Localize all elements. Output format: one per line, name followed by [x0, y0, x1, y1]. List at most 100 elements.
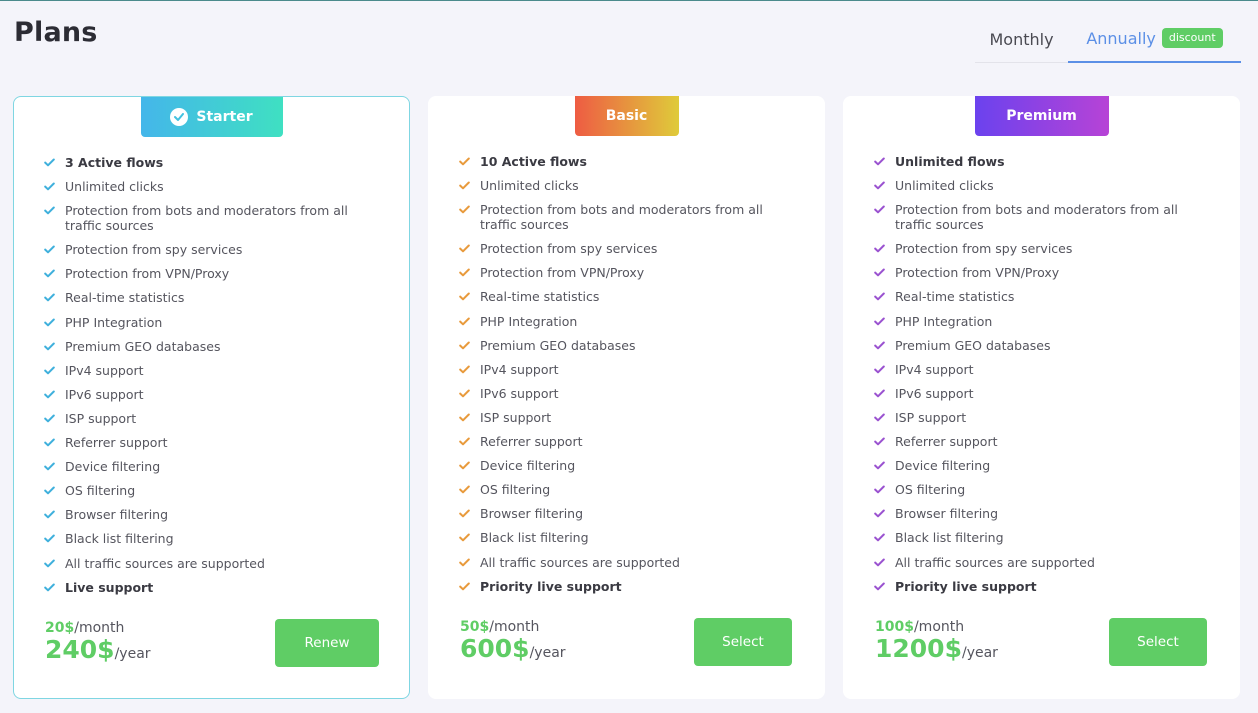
tab-monthly[interactable]: Monthly [975, 15, 1068, 63]
feature-text: ISP support [895, 409, 967, 425]
plan-name-tag: Basic [574, 96, 679, 136]
checkmark-icon [874, 506, 885, 521]
feature-item: Unlimited flows [874, 154, 1204, 169]
feature-text: 10 Active flows [480, 154, 587, 169]
tab-annually[interactable]: Annually discount [1068, 15, 1241, 63]
plan-card-premium: Premium Unlimited flows Unlimited clicks P… [843, 96, 1240, 699]
feature-text: PHP Integration [895, 313, 993, 329]
yearly-price: 600$/year [460, 636, 566, 666]
checkmark-icon [459, 434, 470, 449]
price-block: 50$/month 600$/year [460, 619, 566, 666]
checkmark-icon [44, 435, 55, 450]
feature-text: Real-time statistics [480, 289, 600, 305]
checkmark-icon [44, 242, 55, 257]
feature-text: IPv6 support [895, 385, 974, 401]
checkmark-icon [874, 314, 885, 329]
feature-item: Protection from bots and moderators from… [459, 202, 789, 232]
checkmark-icon [44, 580, 55, 595]
plan-name: Basic [605, 108, 648, 124]
feature-text: Protection from bots and moderators from… [65, 203, 348, 234]
feature-text: Protection from VPN/Proxy [480, 265, 645, 281]
feature-text: Premium GEO databases [65, 338, 221, 354]
select-basic-button[interactable]: Select [694, 618, 792, 666]
feature-text: Premium GEO databases [480, 337, 636, 353]
feature-text: Device filtering [895, 458, 991, 474]
feature-text: Black list filtering [895, 530, 1004, 546]
feature-text: Referrer support [895, 434, 998, 450]
feature-item: Live support [44, 580, 374, 595]
checkmark-icon [44, 507, 55, 522]
plan-card-starter: Starter 3 Active flows Unlimited clicks Pr… [13, 96, 410, 699]
checkmark-icon [874, 154, 885, 169]
checkmark-icon [874, 410, 885, 425]
plan-name-tag: Starter [140, 97, 283, 137]
checkmark-icon [874, 202, 885, 217]
checkmark-icon [459, 362, 470, 377]
checkmark-icon [459, 338, 470, 353]
feature-list: 3 Active flows Unlimited clicks Protection… [44, 155, 374, 604]
feature-text: Browser filtering [65, 507, 169, 523]
checkmark-icon [44, 363, 55, 378]
feature-text: Black list filtering [65, 531, 174, 547]
plan-name: Premium [1006, 108, 1077, 124]
tab-annually-label: Annually [1086, 28, 1156, 48]
feature-text: PHP Integration [480, 313, 578, 329]
feature-text: OS filtering [895, 482, 966, 498]
checkmark-icon [874, 579, 885, 594]
checkmark-icon [459, 265, 470, 280]
feature-item: Premium GEO databases [874, 338, 1204, 353]
checkmark-icon [874, 434, 885, 449]
feature-text: Protection from VPN/Proxy [895, 265, 1060, 281]
yearly-price-suffix: /year [529, 645, 566, 661]
checkmark-icon [874, 338, 885, 353]
checkmark-icon [44, 203, 55, 218]
checkmark-icon [874, 482, 885, 497]
feature-item: PHP Integration [459, 314, 789, 329]
feature-text: IPv6 support [65, 386, 144, 402]
feature-text: Protection from spy services [480, 241, 658, 257]
feature-text: Unlimited clicks [480, 178, 579, 194]
checkmark-icon [44, 387, 55, 402]
feature-text: Referrer support [65, 435, 168, 451]
feature-item: IPv6 support [874, 386, 1204, 401]
feature-item: Browser filtering [459, 506, 789, 521]
checkmark-icon [459, 154, 470, 169]
feature-text: Live support [65, 579, 154, 595]
feature-list: Unlimited flows Unlimited clicks Protectio… [874, 154, 1204, 603]
feature-item: Referrer support [459, 434, 789, 449]
feature-item: Protection from bots and moderators from… [44, 203, 374, 233]
feature-item: ISP support [874, 410, 1204, 425]
feature-text: Unlimited clicks [895, 178, 994, 194]
renew-button[interactable]: Renew [275, 619, 379, 667]
plan-name: Starter [196, 109, 253, 125]
feature-item: Priority live support [459, 579, 789, 594]
feature-text: Unlimited flows [895, 154, 1005, 169]
plan-name-tag: Premium [974, 96, 1109, 136]
feature-item: Unlimited clicks [44, 179, 374, 194]
feature-text: Protection from bots and moderators from… [480, 202, 763, 233]
feature-item: ISP support [459, 410, 789, 425]
select-premium-button[interactable]: Select [1109, 618, 1207, 666]
feature-text: All traffic sources are supported [65, 555, 265, 571]
checkmark-icon [44, 290, 55, 305]
checkmark-icon [874, 362, 885, 377]
feature-text: 3 Active flows [65, 155, 164, 170]
yearly-price: 240$/year [45, 637, 151, 667]
feature-text: Unlimited clicks [65, 179, 164, 195]
feature-text: Real-time statistics [895, 289, 1015, 305]
price-block: 20$/month 240$/year [45, 620, 151, 667]
checkmark-icon [874, 265, 885, 280]
feature-item: Priority live support [874, 579, 1204, 594]
discount-badge: discount [1161, 28, 1223, 48]
feature-item: 3 Active flows [44, 155, 374, 170]
feature-item: All traffic sources are supported [459, 555, 789, 570]
monthly-price-value: 20$ [45, 620, 75, 636]
feature-item: IPv6 support [44, 387, 374, 402]
checkmark-icon [874, 241, 885, 256]
billing-period-tabs: Monthly Annually discount [975, 15, 1241, 63]
feature-text: Browser filtering [480, 506, 584, 522]
feature-item: Black list filtering [459, 530, 789, 545]
checkmark-icon [874, 458, 885, 473]
checkmark-icon [874, 386, 885, 401]
checkmark-icon [44, 179, 55, 194]
